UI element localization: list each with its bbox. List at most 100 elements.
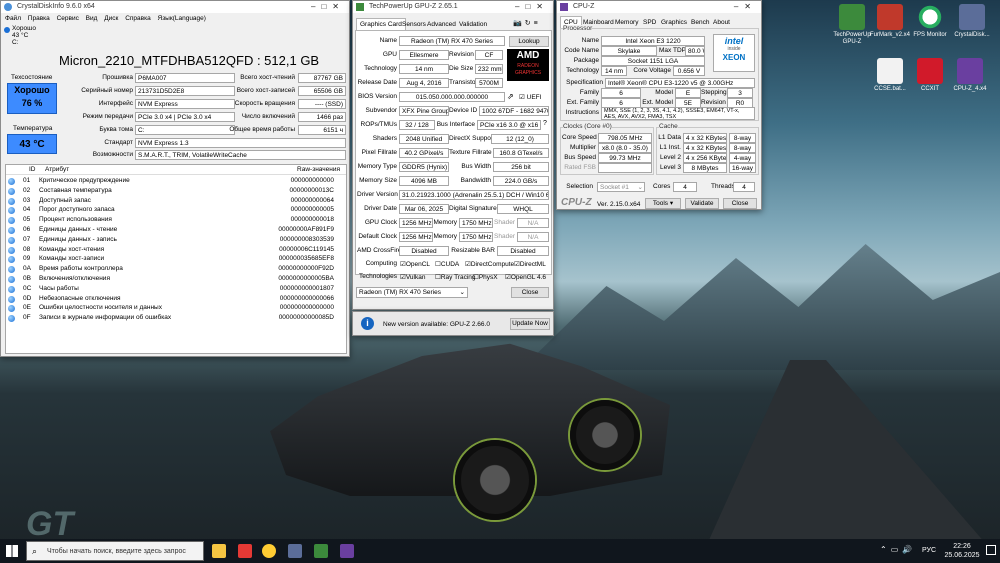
- yandex-browser-icon[interactable]: [262, 544, 276, 558]
- search-box[interactable]: ⌕ Чтобы начать поиск, введите здесь запр…: [26, 541, 204, 561]
- max-tdp-label: Max TDP: [659, 47, 686, 54]
- column-raw[interactable]: Raw-значения: [297, 165, 340, 175]
- table-row[interactable]: 07 Единицы данных - запись 000000008303539: [6, 235, 340, 245]
- memory-size-label: Memory Size: [359, 177, 397, 184]
- language-indicator[interactable]: РУС: [922, 547, 936, 554]
- menu-help[interactable]: Справка: [125, 15, 151, 22]
- attr-name: Единицы данных - запись: [39, 235, 117, 243]
- title-bar[interactable]: CPU-Z –✕: [557, 1, 761, 13]
- tab-about[interactable]: About: [709, 16, 734, 28]
- attr-name: Включения/отключения: [39, 275, 110, 282]
- tab-validation[interactable]: Validation: [455, 18, 491, 30]
- model-value: E: [675, 88, 701, 98]
- table-row[interactable]: 06 Единицы данных - чтение 00000000AF891F9: [6, 225, 340, 235]
- attr-raw: 000000000005: [290, 206, 334, 214]
- close-button[interactable]: Close: [723, 198, 757, 209]
- revision-label: Revision: [449, 51, 474, 58]
- menu-service[interactable]: Сервис: [57, 15, 79, 22]
- host-reads-value: 87767 GB: [298, 73, 346, 83]
- ray-tracing-check[interactable]: ☐Ray Tracing: [435, 273, 476, 281]
- menu-view[interactable]: Вид: [86, 15, 98, 22]
- window-controls[interactable]: –□✕: [515, 1, 549, 13]
- opencl-check[interactable]: ☑OpenCL: [400, 260, 430, 268]
- intel-xeon-logo: intel inside XEON: [713, 34, 755, 72]
- opengl-check[interactable]: ☑OpenGL 4.6: [505, 273, 546, 281]
- cpuz-taskbar-icon[interactable]: [340, 544, 354, 558]
- close-button[interactable]: Close: [511, 287, 549, 298]
- validate-button[interactable]: Validate: [685, 198, 719, 209]
- desktop-icon-label: FurMark_v2.x4: [869, 32, 910, 38]
- table-row[interactable]: 0A Время работы контроллера 00000000000F92…: [6, 264, 340, 274]
- table-row[interactable]: 09 Команды хост-записи 000000035685EF8: [6, 254, 340, 264]
- cuda-check[interactable]: ☐CUDA: [435, 260, 459, 268]
- rated-fsb-value: [598, 163, 652, 173]
- window-controls[interactable]: –✕: [734, 1, 757, 13]
- tab-graphics[interactable]: Graphics: [657, 16, 691, 28]
- amd-logo: AMD RADEON GRAPHICS: [507, 49, 549, 81]
- lookup-button[interactable]: Lookup: [509, 36, 549, 47]
- level2-value: 4 x 256 KBytes: [683, 153, 727, 163]
- menu-disk[interactable]: Диск: [104, 15, 118, 22]
- menu-edit[interactable]: Правка: [28, 15, 50, 22]
- desktop-icon-file[interactable]: CCSE.bat...: [868, 58, 912, 93]
- vulkan-check[interactable]: ☑Vulkan: [400, 273, 425, 281]
- window-title: CrystalDiskInfo 9.6.0 x64: [17, 3, 95, 10]
- uefi-check[interactable]: ☑ UEFI: [519, 93, 541, 101]
- family-value: 6: [601, 88, 641, 98]
- table-row[interactable]: 02 Составная температура 00000000013C: [6, 186, 340, 196]
- help-icon[interactable]: ?: [543, 120, 547, 127]
- drive-tab[interactable]: Хорошо 43 °C C:: [4, 25, 40, 49]
- smart-table-header: ID Атрибут Raw-значения: [6, 165, 346, 175]
- table-row[interactable]: 0D Небезопасные отключения 000000000000066: [6, 294, 340, 304]
- physx-check[interactable]: ☐PhysX: [473, 273, 498, 281]
- directcompute-check[interactable]: ☑DirectCompute: [465, 260, 514, 268]
- menu-file[interactable]: Файл: [5, 15, 21, 22]
- file-icon: [877, 58, 903, 84]
- table-row[interactable]: 0B Включения/отключения 0000000000005BA: [6, 274, 340, 284]
- title-bar[interactable]: TechPowerUp GPU-Z 2.65.1 –□✕: [353, 1, 553, 13]
- tab-memory[interactable]: Memory: [611, 16, 642, 28]
- desktop-icon-cpuz[interactable]: CPU-Z_4.x4: [948, 58, 992, 93]
- desktop-icon-fps-monitor[interactable]: FPS Monitor: [908, 4, 952, 39]
- table-row[interactable]: 05 Процент использования 000000000018: [6, 215, 340, 225]
- desktop-icon-crystaldisk[interactable]: CrystalDisk...: [950, 4, 994, 39]
- update-now-button[interactable]: Update Now: [510, 318, 550, 330]
- status-dot-icon: [8, 276, 15, 283]
- toolbar-icons[interactable]: 📷↻≡: [513, 19, 541, 27]
- tools-button[interactable]: Tools ▾: [645, 198, 681, 209]
- column-id[interactable]: ID: [29, 165, 36, 175]
- desktop-icon-app[interactable]: CCXIT: [908, 58, 952, 93]
- notifications-icon[interactable]: [986, 545, 996, 555]
- table-row[interactable]: 0E Ошибки целостности носителя и данных 00…: [6, 303, 340, 313]
- table-row[interactable]: 0F Записи в журнале информации об ошибках…: [6, 313, 340, 323]
- share-icon[interactable]: ⇗: [507, 92, 514, 101]
- file-explorer-icon[interactable]: [212, 544, 226, 558]
- desktop-icon-furmark[interactable]: FurMark_v2.x4: [868, 4, 912, 39]
- ray-tracing-label: Ray Tracing: [440, 274, 476, 281]
- fps-monitor-icon: [917, 4, 943, 30]
- info-icon: i: [361, 317, 374, 330]
- rotation-label: Скорость вращения: [234, 100, 295, 107]
- column-attribute[interactable]: Атрибут: [45, 165, 69, 175]
- window-controls[interactable]: –□✕: [311, 1, 345, 13]
- yandex-icon[interactable]: [238, 544, 252, 558]
- table-row[interactable]: 04 Порог доступного запаса 000000000005: [6, 205, 340, 215]
- stepping-label: Stepping: [701, 89, 727, 96]
- bios-value: 015.050.000.000.000000: [399, 92, 505, 102]
- directml-check[interactable]: ☑DirectML: [514, 260, 546, 268]
- memory-type-label: Memory Type: [357, 163, 397, 170]
- menu-language[interactable]: Язык(Language): [158, 15, 206, 22]
- windows-start-icon[interactable]: [6, 545, 18, 557]
- table-row[interactable]: 0C Часы работы 000000000001807: [6, 284, 340, 294]
- clock[interactable]: 22:26 25.06.2025: [942, 542, 982, 560]
- card-select[interactable]: Radeon (TM) RX 470 Series ⌄: [356, 287, 468, 298]
- gpuz-taskbar-icon[interactable]: [314, 544, 328, 558]
- selection-select[interactable]: Socket #1 ⌄: [597, 182, 645, 192]
- opengl-label: OpenGL 4.6: [510, 274, 547, 281]
- title-bar[interactable]: CrystalDiskInfo 9.6.0 x64 –□✕: [1, 1, 349, 13]
- table-row[interactable]: 01 Критическое предупреждение 000000000000: [6, 176, 340, 186]
- table-row[interactable]: 08 Команды хост-чтения 00000006C119145: [6, 245, 340, 255]
- crystaldisk-taskbar-icon[interactable]: [288, 544, 302, 558]
- tray-icons[interactable]: ⌃▭🔊: [880, 545, 916, 554]
- table-row[interactable]: 03 Доступный запас 000000000064: [6, 196, 340, 206]
